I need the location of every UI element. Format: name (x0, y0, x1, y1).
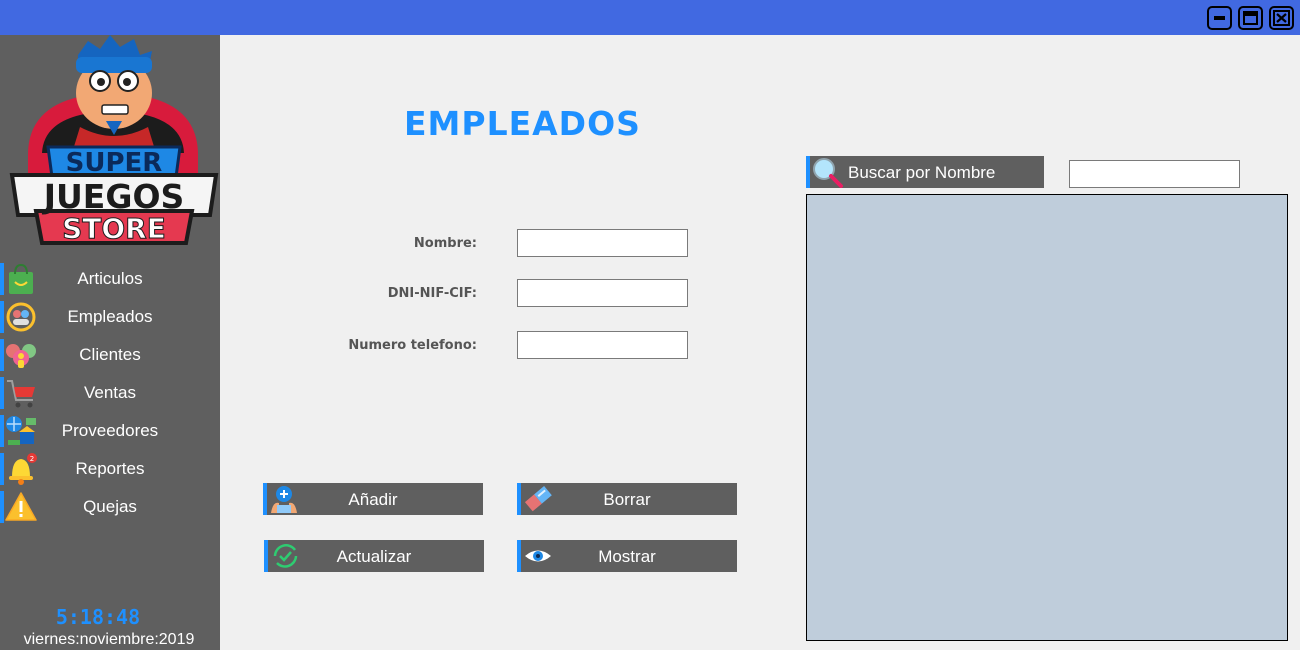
show-button[interactable]: Mostrar (517, 540, 737, 572)
update-button-label: Actualizar (336, 547, 412, 566)
sidebar-item-label: Reportes (75, 459, 145, 478)
sidebar-item-label: Ventas (84, 383, 136, 402)
sidebar-item-quejas[interactable]: Quejas (0, 490, 220, 524)
search-button-label: Buscar por Nombre (848, 163, 996, 182)
dni-field[interactable] (517, 279, 688, 307)
close-icon (1273, 10, 1290, 26)
logo-text-juegos: JUEGOS (42, 177, 185, 216)
store-logo: SUPER JUEGOS STORE (9, 35, 219, 246)
search-input[interactable] (1069, 160, 1240, 188)
add-button-label: Añadir (348, 490, 398, 509)
sidebar-item-label: Quejas (83, 497, 137, 516)
maximize-button[interactable] (1238, 6, 1263, 30)
sidebar-item-label: Clientes (79, 345, 141, 364)
logo-text-store: STORE (62, 212, 166, 245)
telefono-field[interactable] (517, 331, 688, 359)
sidebar-item-proveedores[interactable]: Proveedores (0, 414, 220, 448)
search-by-name-button[interactable]: Buscar por Nombre (806, 156, 1044, 188)
close-button[interactable] (1269, 6, 1294, 30)
sidebar-item-label: Empleados (67, 307, 153, 326)
add-button[interactable]: Añadir (263, 483, 483, 515)
sidebar: SUPER JUEGOS STORE Articulos Empleados C… (0, 35, 220, 650)
minimize-button[interactable] (1207, 6, 1232, 30)
page-title: EMPLEADOS (404, 104, 641, 143)
nombre-label: Nombre: (413, 236, 477, 251)
sidebar-item-empleados[interactable]: Empleados (0, 300, 220, 334)
logo-text-super: SUPER (66, 148, 163, 178)
dni-label: DNI-NIF-CIF: (387, 286, 477, 301)
sidebar-item-articulos[interactable]: Articulos (0, 262, 220, 296)
minimize-icon (1214, 16, 1225, 20)
maximize-icon (1243, 11, 1258, 25)
sidebar-item-label: Proveedores (61, 421, 159, 440)
date-label: viernes:noviembre:2019 (23, 631, 195, 648)
show-button-label: Mostrar (598, 547, 656, 566)
sidebar-item-reportes[interactable]: 2 Reportes (0, 452, 220, 486)
sidebar-item-ventas[interactable]: Ventas (0, 376, 220, 410)
nombre-field[interactable] (517, 229, 688, 257)
clock: 5:18:48 (55, 605, 141, 629)
update-button[interactable]: Actualizar (264, 540, 484, 572)
employees-table[interactable] (806, 194, 1288, 641)
sidebar-item-label: Articulos (77, 269, 143, 288)
telefono-label: Numero telefono: (348, 338, 477, 353)
sidebar-item-clientes[interactable]: Clientes (0, 338, 220, 372)
search-icon (813, 158, 843, 188)
delete-button-label: Borrar (603, 490, 651, 509)
delete-button[interactable]: Borrar (517, 483, 737, 515)
title-bar (0, 0, 1300, 35)
